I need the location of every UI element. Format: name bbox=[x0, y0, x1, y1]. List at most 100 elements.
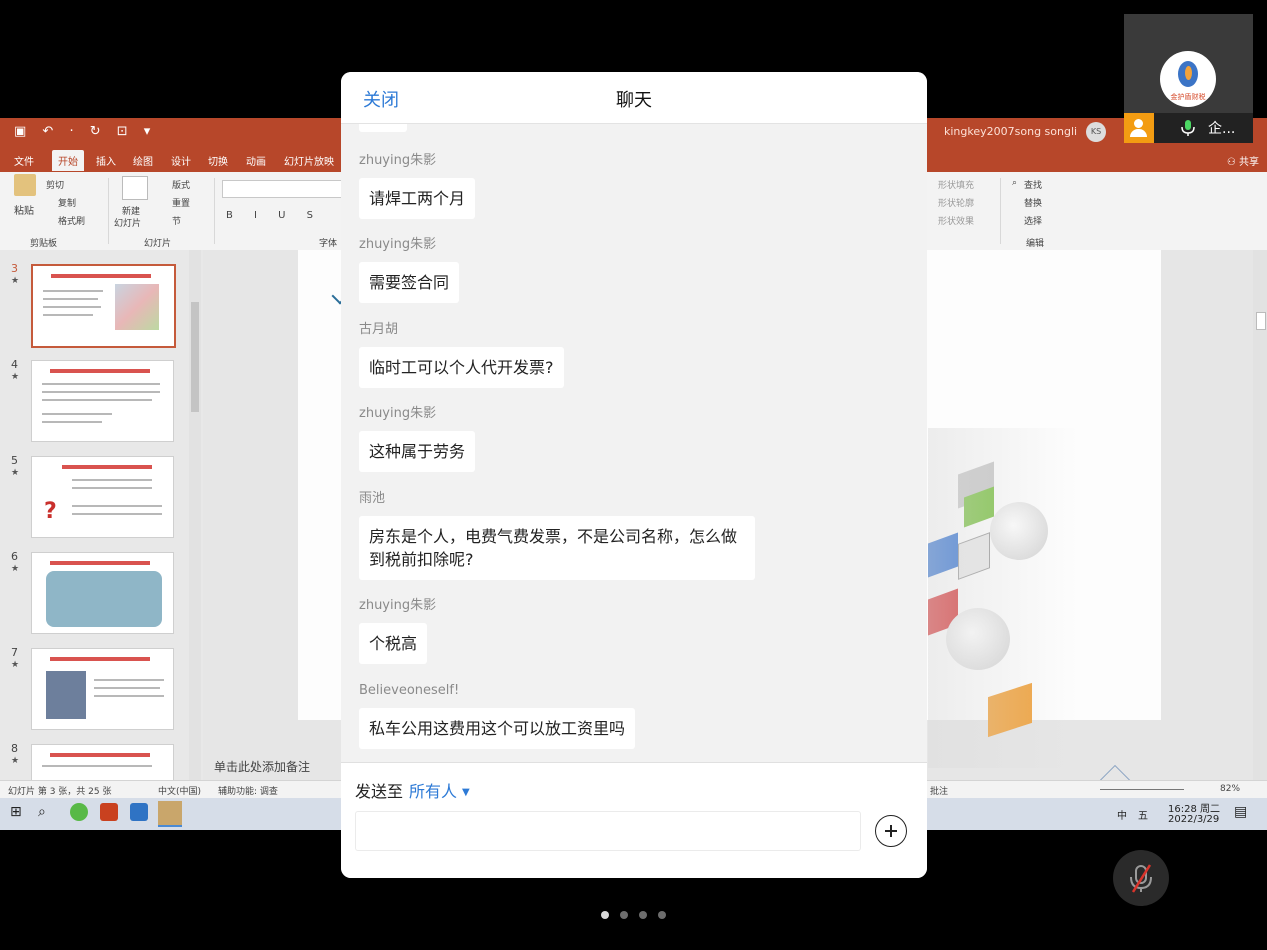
microphone-icon bbox=[1181, 120, 1195, 136]
caret-down-icon: ▼ bbox=[462, 787, 470, 798]
accessibility-text: 辅助功能: 调查 bbox=[218, 787, 278, 797]
recipient-select[interactable]: 所有人 ▼ bbox=[409, 778, 470, 802]
language-text: 中文(中国) bbox=[158, 787, 202, 797]
ppt-user-name: kingkey2007song songli bbox=[944, 125, 1078, 138]
ppt-tab-design: 设计 bbox=[171, 157, 191, 168]
ppt-copy-label: 复制 bbox=[58, 199, 77, 209]
company-logo: 金护盾财税 bbox=[1160, 51, 1216, 107]
font-name-box bbox=[222, 180, 342, 198]
ppt-tab-insert: 插入 bbox=[96, 157, 116, 168]
message-bubble: 房东是个人，电费气费发票，不是公司名称，怎么做到税前扣除呢? bbox=[359, 516, 755, 580]
slide-number: 7 bbox=[11, 646, 18, 659]
chat-message: 古月胡 临时工可以个人代开发票? bbox=[359, 322, 564, 388]
message-list[interactable]: zhuying朱影 请焊工两个月 zhuying朱影 需要签合同 古月胡 临时工… bbox=[341, 124, 927, 762]
ribbon-divider bbox=[1000, 178, 1001, 244]
message-bubble: 私车公用这费用这个可以放工资里吗 bbox=[359, 708, 636, 749]
ime-label-1: 中 bbox=[1117, 811, 1127, 822]
windows-start-icon: ⊞ bbox=[10, 804, 22, 820]
ppt-edit-group: 编辑 bbox=[1026, 239, 1045, 249]
comments-label: 批注 bbox=[930, 787, 949, 797]
page-dot bbox=[620, 911, 628, 919]
message-sender: Believeoneself! bbox=[359, 683, 460, 698]
star-icon: ★ bbox=[11, 372, 20, 382]
slide-number: 3 bbox=[11, 262, 18, 275]
message-bubble: 这种属于劳务 bbox=[359, 431, 476, 472]
slide-thumbnail bbox=[31, 648, 174, 730]
ppt-format-painter-label: 格式刷 bbox=[58, 217, 86, 227]
star-icon: ★ bbox=[11, 564, 20, 574]
powerpoint-taskbar-icon bbox=[100, 803, 118, 821]
message-sender: zhuying朱影 bbox=[359, 237, 437, 252]
participant-name: 企... bbox=[1208, 121, 1236, 137]
chat-title: 聊天 bbox=[616, 90, 652, 111]
slide-number: 6 bbox=[11, 550, 18, 563]
meeting-taskbar-icon bbox=[158, 801, 182, 827]
ime-label-2: 五 bbox=[1138, 811, 1148, 822]
send-to-label: 发送至 bbox=[355, 782, 404, 801]
add-button[interactable] bbox=[875, 815, 907, 847]
chat-composer: 发送至 所有人 ▼ bbox=[341, 762, 927, 878]
ppt-section-label: 节 bbox=[172, 217, 182, 227]
ppt-shape-fill-label: 形状填充 bbox=[938, 181, 975, 191]
ppt-tab-file: 文件 bbox=[14, 157, 34, 168]
ppt-replace-label: 替换 bbox=[1024, 199, 1043, 209]
notes-placeholder: 单击此处添加备注 bbox=[214, 760, 311, 774]
slide-count-text: 幻灯片 第 3 张，共 25 张 bbox=[8, 787, 112, 797]
chat-message: zhuying朱影 这种属于劳务 bbox=[359, 406, 476, 472]
ppt-new-slide-label-2: 幻灯片 bbox=[114, 219, 142, 229]
ppt-slides-group: 幻灯片 bbox=[144, 239, 172, 249]
ppt-tab-animations: 动画 bbox=[246, 157, 266, 168]
chat-message: zhuying朱影 个税高 bbox=[359, 598, 436, 664]
slide-thumbnail bbox=[31, 552, 174, 634]
ppt-shape-outline-label: 形状轮廓 bbox=[938, 199, 975, 209]
slide-number: 4 bbox=[11, 358, 18, 371]
slide-scrollbar bbox=[1253, 250, 1267, 780]
chat-panel: 关闭 聊天 zhuying朱影 请焊工两个月 zhuying朱影 需要签合同 古… bbox=[341, 72, 927, 878]
ppt-layout-label: 版式 bbox=[172, 181, 191, 191]
star-icon: ★ bbox=[11, 756, 20, 766]
ppt-share-label: 共享 bbox=[1239, 157, 1259, 168]
participant-video-tile[interactable]: 金护盾财税 企... bbox=[1124, 14, 1253, 143]
message-sender: zhuying朱影 bbox=[359, 153, 437, 168]
message-sender: zhuying朱影 bbox=[359, 598, 437, 613]
message-bubble: 请焊工两个月 bbox=[359, 178, 476, 219]
star-icon: ★ bbox=[11, 276, 20, 286]
star-icon: ★ bbox=[11, 468, 20, 478]
message-sender: 雨池 bbox=[359, 491, 386, 506]
star-icon: ★ bbox=[11, 660, 20, 670]
chat-message: 雨池 房东是个人，电费气费发票，不是公司名称，怎么做到税前扣除呢? bbox=[359, 491, 755, 580]
message-sender: 古月胡 bbox=[359, 322, 399, 337]
slide-number: 8 bbox=[11, 742, 18, 755]
person-icon bbox=[1124, 113, 1154, 143]
ppt-cut-label: 剪切 bbox=[46, 181, 65, 191]
thumbnail-scrollbar bbox=[189, 250, 201, 780]
notification-icon: ▤ bbox=[1234, 804, 1248, 820]
ppt-find-label: 查找 bbox=[1024, 181, 1043, 191]
page-dot bbox=[658, 911, 666, 919]
cubes-illustration bbox=[928, 368, 1153, 768]
close-button[interactable]: 关闭 bbox=[363, 86, 399, 112]
chat-message: zhuying朱影 需要签合同 bbox=[359, 237, 460, 303]
message-bubble-partial bbox=[359, 124, 407, 132]
message-input[interactable] bbox=[355, 811, 861, 851]
new-slide-icon bbox=[122, 176, 148, 200]
browser-icon bbox=[70, 803, 88, 821]
ppt-tab-transitions: 切换 bbox=[208, 157, 228, 168]
page-dot-active bbox=[601, 911, 609, 919]
participant-info-bar: 企... bbox=[1124, 113, 1253, 143]
message-bubble: 个税高 bbox=[359, 623, 428, 664]
ribbon-divider bbox=[108, 178, 109, 244]
search-icon: ⌕ bbox=[38, 804, 46, 820]
zoom-level: 82% bbox=[1220, 784, 1241, 794]
plus-icon bbox=[885, 825, 897, 837]
font-style-icons: B I U S bbox=[226, 210, 323, 221]
mute-button[interactable] bbox=[1113, 850, 1169, 906]
slide-thumbnail bbox=[31, 264, 176, 348]
ppt-reset-label: 重置 bbox=[172, 199, 191, 209]
app-taskbar-icon bbox=[130, 803, 148, 821]
ppt-paste-label: 粘贴 bbox=[14, 206, 34, 217]
message-bubble: 临时工可以个人代开发票? bbox=[359, 347, 564, 388]
ppt-clipboard-group: 剪贴板 bbox=[30, 239, 58, 249]
message-sender: zhuying朱影 bbox=[359, 406, 437, 421]
ppt-tab-draw: 绘图 bbox=[133, 157, 153, 168]
